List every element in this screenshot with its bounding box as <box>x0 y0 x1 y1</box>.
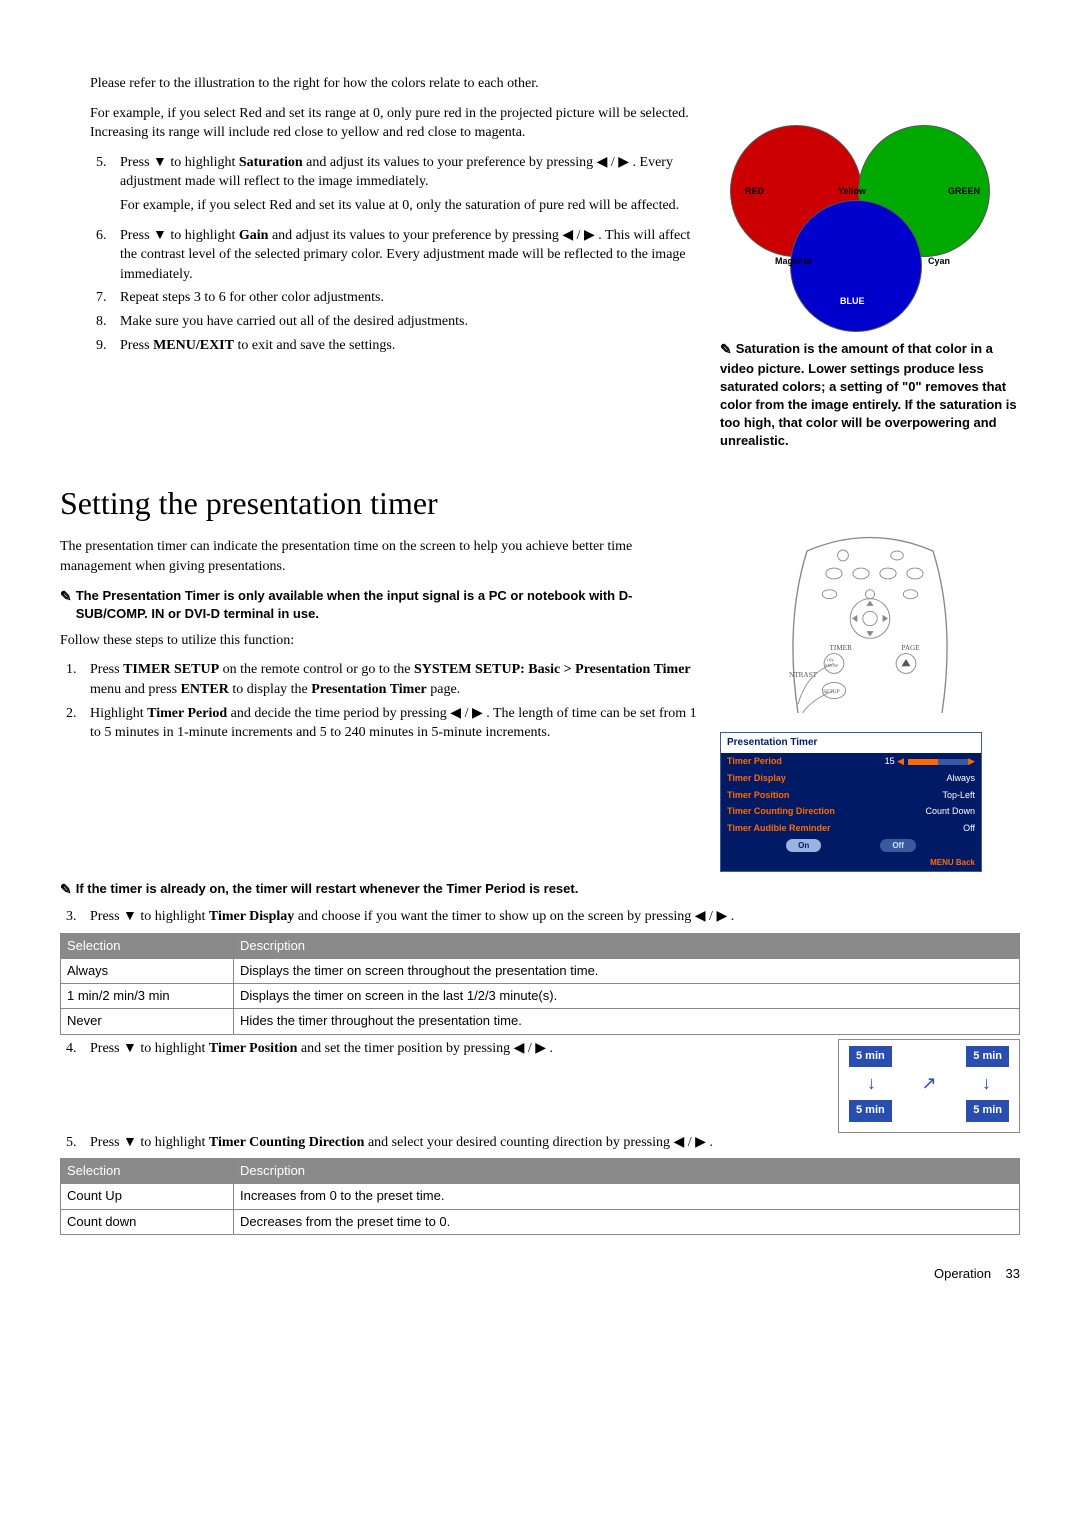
osd-title: Presentation Timer <box>721 733 981 753</box>
counting-direction-options-table: SelectionDescription Count UpIncreases f… <box>60 1158 1020 1235</box>
timer-step-4: Press ▼ to highlight Timer Position and … <box>80 1039 818 1059</box>
step4-row: Press ▼ to highlight Timer Position and … <box>60 1039 1020 1133</box>
timer-step-5: Press ▼ to highlight Timer Counting Dire… <box>80 1133 1020 1153</box>
osd-row-timer-period: Timer Period 15 ◀▶ <box>721 753 981 770</box>
color-management-text: Please refer to the illustration to the … <box>60 70 700 451</box>
osd-row-timer-display: Timer DisplayAlways <box>721 770 981 787</box>
timer-sidebar: TIMER PAGE NTRAST ON/ SHOW SETUP Present… <box>720 533 1020 871</box>
timer-steps-continued: Press ▼ to highlight Timer Display and c… <box>60 907 1020 927</box>
remote-control-illustration: TIMER PAGE NTRAST ON/ SHOW SETUP <box>780 533 960 722</box>
timer-display-options-table: SelectionDescription AlwaysDisplays the … <box>60 933 1020 1035</box>
step-6: Press ▼ to highlight Gain and adjust its… <box>110 226 700 285</box>
table-row: NeverHides the timer throughout the pres… <box>61 1009 1020 1034</box>
osd-row-counting-direction: Timer Counting DirectionCount Down <box>721 803 981 820</box>
osd-footer: On Off <box>721 836 981 855</box>
timer-steps: Press TIMER SETUP on the remote control … <box>60 660 700 742</box>
intro-para-2: For example, if you select Red and set i… <box>90 104 700 143</box>
color-sidebar: RED GREEN Yellow Magenta Cyan BLUE ✎Satu… <box>720 70 1020 451</box>
color-steps: Press ▼ to highlight Saturation and adju… <box>90 153 700 355</box>
osd-menu-back: MENU Back <box>721 855 981 870</box>
svg-text:ON/: ON/ <box>827 658 835 663</box>
note-icon: ✎ <box>60 880 72 900</box>
timer-step-1: Press TIMER SETUP on the remote control … <box>80 660 700 699</box>
timer-text: The presentation timer can indicate the … <box>60 533 700 871</box>
osd-on-pill: On <box>786 839 821 852</box>
step-5-example: For example, if you select Red and set i… <box>120 196 700 216</box>
remote-label-ntrast: NTRAST <box>789 671 818 679</box>
page-footer: Operation 33 <box>60 1265 1020 1283</box>
venn-label-blue: BLUE <box>840 295 865 308</box>
table-row: Count UpIncreases from 0 to the preset t… <box>61 1184 1020 1209</box>
venn-label-red: RED <box>745 185 764 198</box>
color-venn-diagram: RED GREEN Yellow Magenta Cyan BLUE <box>720 70 1000 320</box>
timer-note-availability: ✎ The Presentation Timer is only availab… <box>60 587 700 623</box>
osd-off-pill: Off <box>880 839 916 852</box>
pos-badge-tl: 5 min <box>849 1046 892 1067</box>
timer-intro: The presentation timer can indicate the … <box>60 537 700 576</box>
timer-restart-note: ✎ If the timer is already on, the timer … <box>60 880 1020 900</box>
timer-step-3: Press ▼ to highlight Timer Display and c… <box>80 907 1020 927</box>
step-5: Press ▼ to highlight Saturation and adju… <box>110 153 700 216</box>
timer-step-5-list: Press ▼ to highlight Timer Counting Dire… <box>60 1133 1020 1153</box>
th-selection: Selection <box>61 1159 234 1184</box>
venn-label-yellow: Yellow <box>838 185 866 198</box>
table-row: AlwaysDisplays the timer on screen throu… <box>61 959 1020 984</box>
osd-slider <box>908 759 968 765</box>
osd-row-timer-position: Timer PositionTop-Left <box>721 787 981 804</box>
osd-presentation-timer-menu: Presentation Timer Timer Period 15 ◀▶ Ti… <box>720 732 982 871</box>
table-row: 1 min/2 min/3 minDisplays the timer on s… <box>61 984 1020 1009</box>
timer-position-diagram: 5 min 5 min ↓↗↓ 5 min 5 min <box>838 1039 1020 1133</box>
section-heading: Setting the presentation timer <box>60 481 1020 526</box>
th-selection: Selection <box>61 933 234 958</box>
footer-section: Operation <box>934 1266 991 1281</box>
venn-label-green: GREEN <box>948 185 980 198</box>
timer-step-2: Highlight Timer Period and decide the ti… <box>80 704 700 743</box>
pos-badge-tr: 5 min <box>966 1046 1009 1067</box>
timer-follow: Follow these steps to utilize this funct… <box>60 631 700 651</box>
venn-label-cyan: Cyan <box>928 255 950 268</box>
step-8: Make sure you have carried out all of th… <box>110 312 700 332</box>
color-management-continued: Please refer to the illustration to the … <box>60 70 1020 451</box>
remote-label-page: PAGE <box>902 644 921 652</box>
saturation-note: ✎Saturation is the amount of that color … <box>720 340 1020 451</box>
pos-arrows: ↓↗↓ <box>849 1067 1009 1100</box>
th-description: Description <box>234 933 1020 958</box>
pos-badge-br: 5 min <box>966 1100 1009 1121</box>
step-9: Press MENU/EXIT to exit and save the set… <box>110 336 700 356</box>
remote-label-timer: TIMER <box>830 644 853 652</box>
step-7: Repeat steps 3 to 6 for other color adju… <box>110 288 700 308</box>
note-icon: ✎ <box>60 587 72 623</box>
th-description: Description <box>234 1159 1020 1184</box>
timer-step-4-list: Press ▼ to highlight Timer Position and … <box>60 1039 818 1133</box>
intro-para-1: Please refer to the illustration to the … <box>90 74 700 94</box>
table-row: Count downDecreases from the preset time… <box>61 1209 1020 1234</box>
footer-page-number: 33 <box>1006 1266 1020 1281</box>
timer-section: The presentation timer can indicate the … <box>60 533 1020 871</box>
osd-row-audible-reminder: Timer Audible ReminderOff <box>721 820 981 837</box>
note-icon: ✎ <box>720 340 732 360</box>
pos-badge-bl: 5 min <box>849 1100 892 1121</box>
venn-label-magenta: Magenta <box>775 255 812 268</box>
